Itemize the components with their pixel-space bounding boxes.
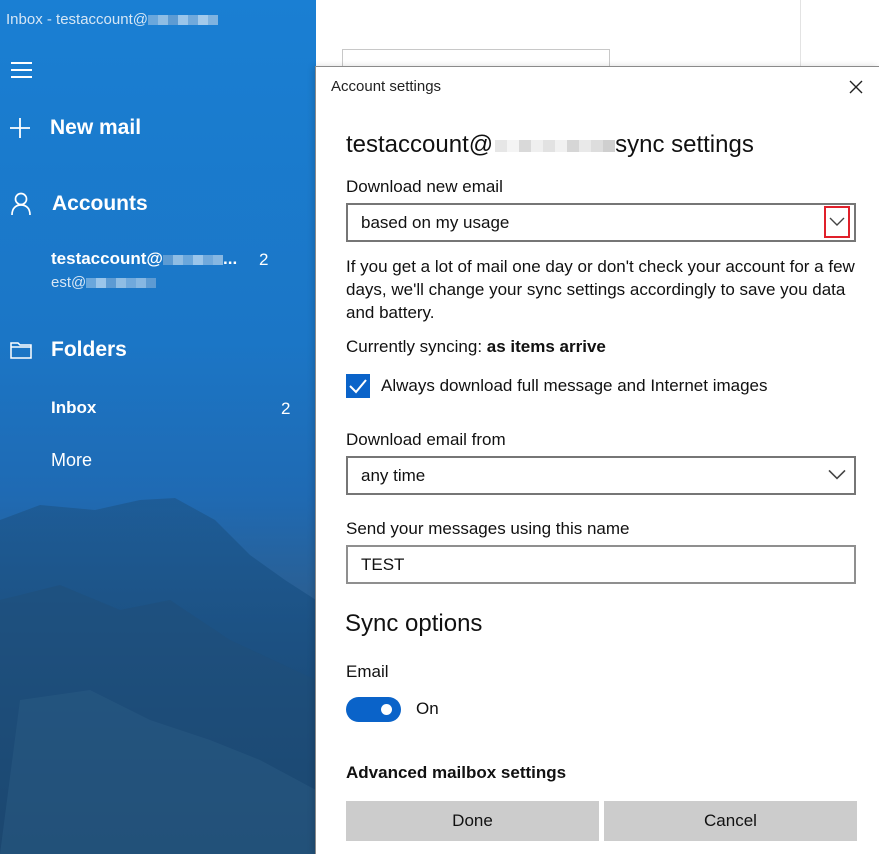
toggle-knob (381, 704, 392, 715)
currently-syncing: Currently syncing: as items arrive (346, 337, 606, 357)
account-unread-count: 2 (259, 250, 269, 269)
window-title-text: Inbox - testaccount@ (6, 11, 148, 28)
plus-icon (10, 118, 30, 138)
account-email-text: est@ (51, 274, 87, 291)
more-folders-link[interactable]: More (51, 450, 92, 471)
new-mail-button[interactable]: New mail (9, 116, 141, 140)
account-name-ellipsis: ... (223, 249, 238, 268)
email-sync-toggle[interactable] (346, 697, 401, 722)
folders-button[interactable]: Folders (10, 338, 127, 362)
advanced-mailbox-settings-link[interactable]: Advanced mailbox settings (346, 763, 566, 783)
send-name-input[interactable]: TEST (346, 545, 856, 584)
chevron-down-icon[interactable] (824, 206, 850, 238)
sync-settings-heading: testaccount@ sync settings (346, 131, 754, 159)
send-name-label: Send your messages using this name (346, 519, 630, 538)
download-new-email-dropdown[interactable]: based on my usage (346, 203, 856, 242)
account-settings-dialog: Account settings testaccount@ sync setti… (315, 66, 879, 854)
sync-options-heading: Sync options (345, 610, 483, 637)
sync-info-text: If you get a lot of mail one day or don'… (346, 257, 855, 322)
download-email-from-label: Download email from (346, 430, 506, 449)
folder-icon (10, 342, 32, 359)
currently-syncing-label: Currently syncing: (346, 337, 487, 356)
pane-divider (800, 0, 801, 66)
accounts-label: Accounts (52, 192, 148, 215)
checkmark-icon (349, 379, 367, 394)
navigation-pane: Inbox - testaccount@ New mail Accounts t… (0, 0, 316, 854)
send-name-value: TEST (361, 555, 405, 574)
currently-syncing-value: as items arrive (486, 337, 606, 356)
hamburger-menu-icon[interactable] (11, 62, 32, 78)
full-message-checkbox[interactable] (346, 374, 370, 398)
download-email-from-value: any time (361, 466, 426, 485)
chevron-down-icon (828, 469, 846, 480)
download-new-email-value: based on my usage (361, 213, 510, 232)
download-new-email-label: Download new email (346, 177, 503, 196)
person-icon (11, 192, 31, 216)
search-box[interactable] (342, 49, 610, 66)
heading-suffix-text: sync settings (615, 131, 754, 158)
account-name: testaccount@... (51, 249, 237, 270)
account-email: est@ (51, 274, 157, 292)
download-email-from-dropdown[interactable]: any time (346, 456, 856, 495)
cancel-button[interactable]: Cancel (604, 801, 857, 841)
heading-account-text: testaccount@ (346, 131, 494, 158)
email-sync-label: Email (346, 662, 389, 681)
close-icon[interactable] (846, 77, 866, 97)
redacted-block (147, 12, 218, 29)
folders-label: Folders (51, 338, 127, 361)
email-sync-toggle-state: On (416, 699, 439, 718)
full-message-checkbox-label[interactable]: Always download full message and Interne… (381, 376, 768, 396)
account-name-text: testaccount@ (51, 249, 163, 268)
window-title: Inbox - testaccount@ (6, 11, 218, 29)
redacted-block (495, 131, 616, 159)
folder-inbox-label: Inbox (51, 398, 97, 417)
redacted-block (163, 250, 223, 270)
dialog-title: Account settings (331, 78, 442, 95)
folder-inbox-count: 2 (281, 399, 291, 418)
redacted-block (86, 275, 157, 292)
done-button[interactable]: Done (346, 801, 599, 841)
accounts-button[interactable]: Accounts (10, 192, 148, 216)
new-mail-label: New mail (50, 116, 142, 139)
